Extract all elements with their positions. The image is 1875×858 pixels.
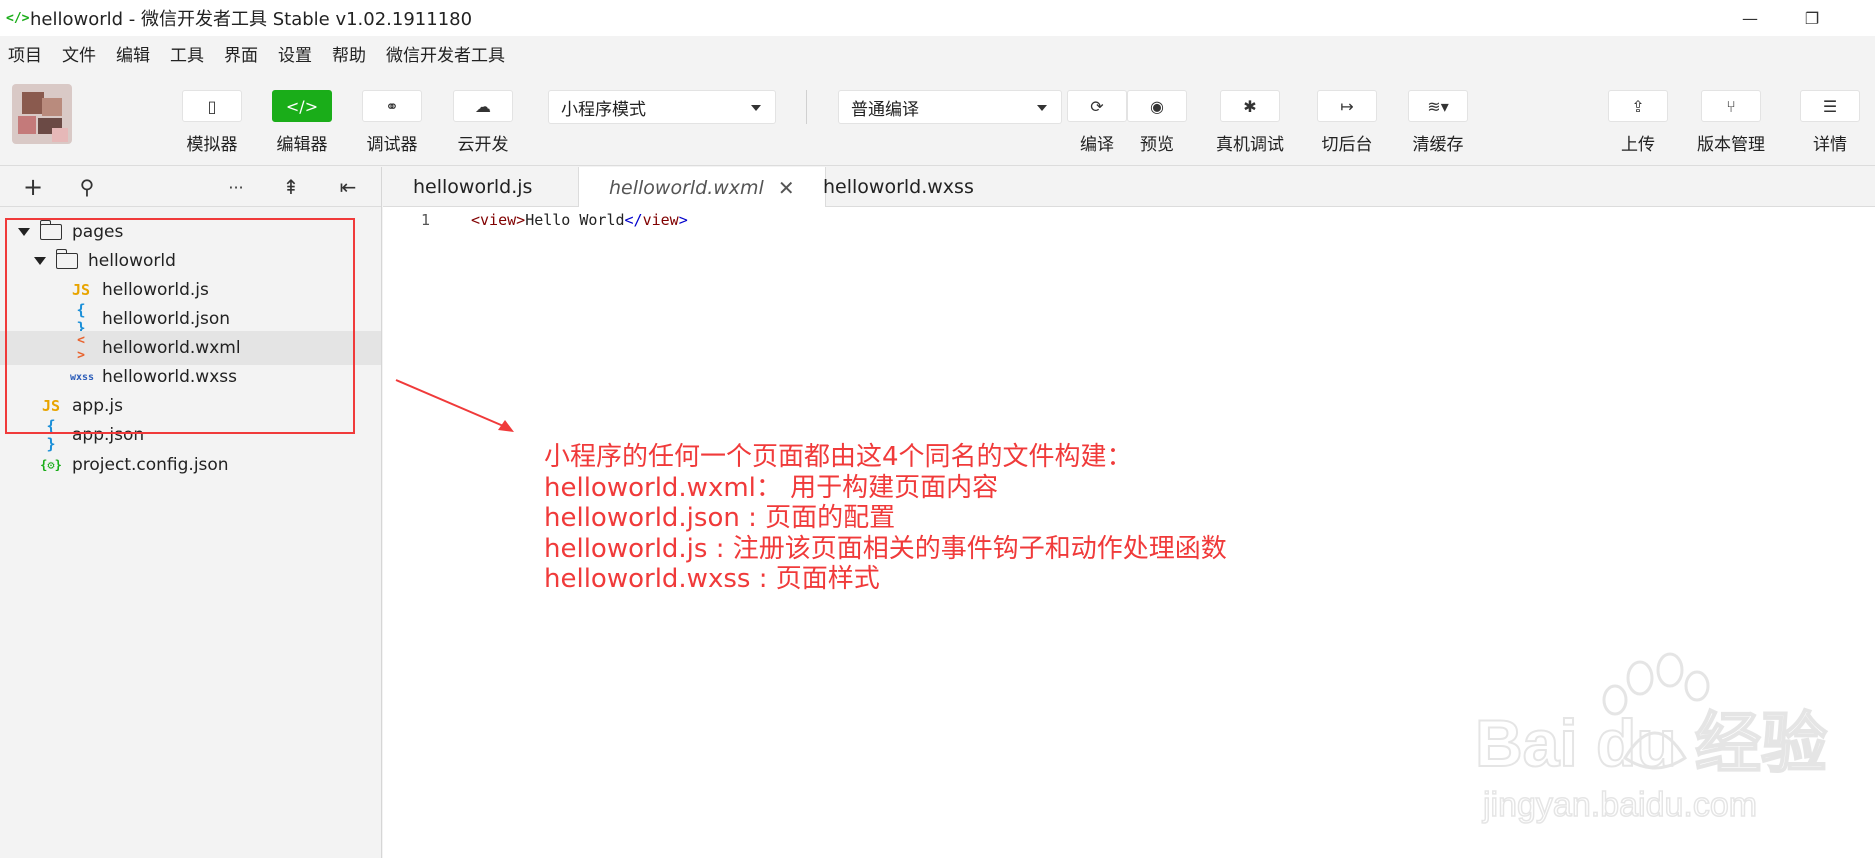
background-label: 切后台: [1321, 135, 1373, 155]
details-tool[interactable]: ☰ 详情: [1800, 90, 1860, 155]
chevron-down-icon: [1037, 105, 1047, 111]
code-close-tag: view: [642, 211, 679, 229]
version-label: 版本管理: [1697, 135, 1765, 155]
annotation-line: helloworld.js : 注册该页面相关的事件钩子和动作处理函数: [544, 533, 1227, 564]
background-tool[interactable]: ↦ 切后台: [1317, 90, 1377, 155]
mode-select[interactable]: 小程序模式: [548, 90, 776, 124]
code-line[interactable]: <view>Hello World</view>: [471, 211, 688, 229]
compile-select-value: 普通编译: [851, 99, 919, 120]
compile-select[interactable]: 普通编译: [838, 90, 1062, 124]
compile-tool[interactable]: ⟳ 编译: [1067, 90, 1127, 155]
simulator-tool[interactable]: ▯ 模拟器: [182, 90, 242, 155]
debugger-label: 调试器: [366, 135, 418, 155]
phone-icon[interactable]: ▯: [182, 90, 242, 122]
remote-debug-label: 真机调试: [1216, 135, 1284, 155]
clear-cache-tool[interactable]: ≋▾ 清缓存: [1408, 90, 1468, 155]
highlight-box: [5, 218, 355, 434]
add-icon[interactable]: +: [21, 173, 45, 201]
toolbar-divider: [806, 90, 807, 124]
version-tool[interactable]: ⑂ 版本管理: [1697, 90, 1765, 155]
tab-helloworld-wxss[interactable]: helloworld.wxss: [793, 167, 1004, 207]
watermark-brand: Bai du 经验: [1475, 706, 1827, 780]
explorer-toolbar: + ⚲ ··· ⇞ ⇤: [0, 167, 381, 207]
debugger-tool[interactable]: ⚭ 调试器: [362, 90, 422, 155]
annotation-line: 小程序的任何一个页面都由这4个同名的文件构建：: [544, 442, 1133, 472]
layout-icon[interactable]: ⇤: [336, 175, 360, 199]
upload-icon[interactable]: ⇪: [1608, 90, 1668, 122]
restore-button[interactable]: ❐: [1792, 4, 1832, 32]
branch-icon[interactable]: ⑂: [1701, 90, 1761, 122]
app-window: </> helloworld - 微信开发者工具 Stable v1.02.19…: [0, 0, 1875, 858]
annotation-arrow: [395, 379, 514, 432]
tab-helloworld-wxml[interactable]: helloworld.wxml ✕: [578, 167, 826, 208]
tab-label: helloworld.wxml: [609, 176, 764, 199]
code-close-gt: >: [678, 211, 688, 229]
cloud-dev-label: 云开发: [457, 135, 509, 155]
cloud-dev-tool[interactable]: ☁ 云开发: [453, 90, 513, 155]
simulator-label: 模拟器: [186, 135, 238, 155]
more-icon[interactable]: ···: [224, 175, 248, 199]
watermark-url: jingyan.baidu.com: [1482, 786, 1757, 824]
mode-select-value: 小程序模式: [561, 99, 646, 120]
menu-edit[interactable]: 编辑: [116, 41, 150, 66]
eye-icon[interactable]: ◉: [1127, 90, 1187, 122]
editor-tabs: helloworld.js helloworld.wxml ✕ hellowor…: [383, 167, 1875, 208]
preview-tool[interactable]: ◉ 预览: [1127, 90, 1187, 155]
config-file-icon: {⚙}: [40, 458, 62, 472]
editor-tool[interactable]: </> 编辑器: [272, 90, 332, 155]
menu-settings[interactable]: 设置: [278, 41, 312, 66]
annotation-line: helloworld.json : 页面的配置: [544, 503, 896, 533]
switch-icon[interactable]: ↦: [1317, 90, 1377, 122]
search-icon[interactable]: ⚲: [75, 175, 99, 199]
refresh-icon[interactable]: ⟳: [1067, 90, 1127, 122]
debugger-icon[interactable]: ⚭: [362, 90, 422, 122]
layers-icon[interactable]: ≋▾: [1408, 90, 1468, 122]
minimize-button[interactable]: —: [1730, 4, 1770, 32]
bug-icon[interactable]: ✱: [1220, 90, 1280, 122]
upload-tool[interactable]: ⇪ 上传: [1608, 90, 1668, 155]
avatar[interactable]: [12, 84, 72, 144]
tree-item-label: project.config.json: [72, 455, 229, 475]
clear-cache-label: 清缓存: [1412, 135, 1464, 155]
line-number: 1: [421, 211, 431, 229]
details-label: 详情: [1813, 135, 1847, 155]
menu-bar: 项目 文件 编辑 工具 界面 设置 帮助 微信开发者工具: [0, 36, 1875, 70]
menu-project[interactable]: 项目: [8, 41, 42, 66]
baidu-watermark-logo: Bai du 经验 jingyan.baidu.com: [1475, 652, 1828, 825]
tab-label: helloworld.js: [413, 176, 533, 198]
window-title: helloworld - 微信开发者工具 Stable v1.02.191118…: [30, 9, 473, 30]
annotation-line: helloworld.wxml： 用于构建页面内容: [544, 472, 999, 503]
menu-view[interactable]: 界面: [224, 41, 258, 66]
code-close-bracket: </: [624, 211, 643, 229]
tab-label: helloworld.wxss: [823, 176, 974, 198]
code-text: Hello World: [525, 211, 625, 229]
menu-help[interactable]: 帮助: [332, 41, 366, 66]
code-icon[interactable]: </>: [272, 90, 332, 122]
tab-helloworld-js[interactable]: helloworld.js: [383, 167, 562, 207]
compile-label: 编译: [1080, 135, 1114, 155]
title-bar: </> helloworld - 微信开发者工具 Stable v1.02.19…: [0, 0, 1875, 36]
preview-label: 预览: [1140, 135, 1174, 155]
remote-debug-tool[interactable]: ✱ 真机调试: [1216, 90, 1284, 155]
menu-file[interactable]: 文件: [62, 41, 96, 66]
menu-tools[interactable]: 工具: [170, 41, 204, 66]
code-open-tag: <view>: [471, 211, 526, 229]
menu-icon[interactable]: ☰: [1800, 90, 1860, 122]
annotation-line: helloworld.wxss : 页面样式: [544, 564, 880, 594]
app-logo-icon: </>: [6, 10, 30, 26]
menu-devtools[interactable]: 微信开发者工具: [386, 41, 505, 66]
chevron-down-icon: [751, 105, 761, 111]
collapse-icon[interactable]: ⇞: [279, 175, 303, 199]
editor-label: 编辑器: [276, 135, 328, 155]
toolbar: ▯ 模拟器 </> 编辑器 ⚭ 调试器 ☁ 云开发 小程序模式 普通编译 ⟳ 编…: [0, 70, 1875, 166]
upload-label: 上传: [1621, 135, 1655, 155]
cloud-dev-icon[interactable]: ☁: [453, 90, 513, 122]
tree-file-project-config[interactable]: {⚙} project.config.json: [0, 448, 381, 482]
annotation-text: 小程序的任何一个页面都由这4个同名的文件构建： helloworld.wxml：…: [544, 442, 1227, 595]
